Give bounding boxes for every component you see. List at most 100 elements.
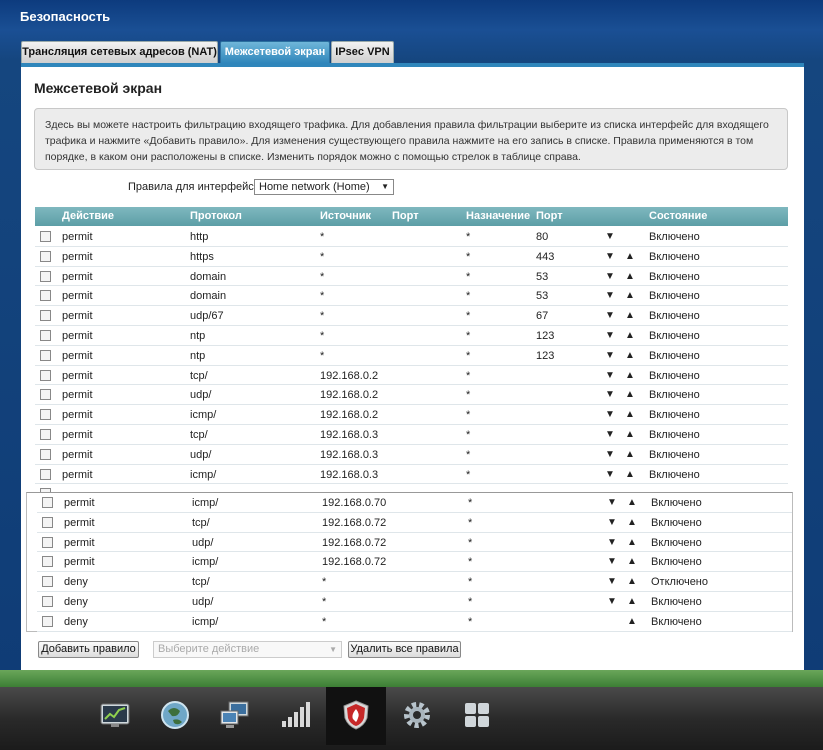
row-checkbox[interactable] [40, 349, 51, 361]
row-checkbox[interactable] [40, 290, 51, 302]
nav-system[interactable] [387, 687, 447, 745]
table-row[interactable]: permit icmp/192.168.0.70 * Включено ▼ ▲ [37, 493, 792, 513]
move-down-icon[interactable]: ▼ [605, 330, 615, 341]
move-down-icon[interactable]: ▼ [605, 469, 615, 480]
move-down-icon[interactable]: ▼ [605, 290, 615, 301]
table-row[interactable]: permit udp/192.168.0.2 * Включено ▼ ▲ [35, 385, 788, 406]
move-down-icon[interactable]: ▼ [605, 389, 615, 400]
row-checkbox[interactable] [42, 615, 53, 627]
table-row[interactable]: permit icmp/192.168.0.72 * Включено ▼ ▲ [37, 552, 792, 573]
tab-nat[interactable]: Трансляция сетевых адресов (NAT) [21, 41, 218, 63]
row-checkbox[interactable] [40, 369, 51, 381]
row-checkbox[interactable] [40, 409, 51, 421]
move-down-icon[interactable]: ▼ [605, 310, 615, 321]
table-row[interactable]: permit icmp/192.168.0.3 * Включено ▼ ▲ [35, 465, 788, 485]
nav-monitor[interactable] [85, 687, 145, 745]
move-up-icon[interactable]: ▲ [625, 330, 635, 341]
table-row[interactable]: permit udp/192.168.0.72 * Включено ▼ ▲ [37, 533, 792, 553]
move-up-icon[interactable]: ▲ [627, 616, 637, 627]
move-up-icon[interactable]: ▲ [625, 370, 635, 381]
table-row[interactable]: deny tcp/ * * Отключено ▼ ▲ [37, 572, 792, 592]
move-up-icon[interactable]: ▲ [625, 350, 635, 361]
move-up-icon[interactable]: ▲ [625, 449, 635, 460]
move-down-icon[interactable]: ▼ [607, 556, 617, 567]
nav-wifi[interactable] [265, 687, 325, 745]
table-row[interactable]: permit tcp/192.168.0.2 * Включено ▼ ▲ [35, 366, 788, 386]
move-down-icon[interactable]: ▼ [605, 429, 615, 440]
move-up-icon[interactable]: ▲ [627, 517, 637, 528]
nav-home-network[interactable] [205, 687, 265, 745]
row-source: * [322, 596, 327, 608]
move-up-icon[interactable]: ▲ [625, 271, 635, 282]
move-down-icon[interactable]: ▼ [605, 350, 615, 361]
move-down-icon[interactable]: ▼ [605, 231, 615, 242]
move-up-icon[interactable]: ▲ [627, 576, 637, 587]
table-row[interactable]: deny icmp/ * * Включено ▲ [37, 612, 792, 632]
table-row[interactable]: permit ntp * * 123 Включено ▼ ▲ [35, 346, 788, 366]
table-row[interactable]: deny udp/ * * Включено ▼ ▲ [37, 592, 792, 612]
move-down-icon[interactable]: ▼ [607, 497, 617, 508]
row-checkbox[interactable] [40, 468, 51, 480]
table-row[interactable]: permit https * * 443 Включено ▼ ▲ [35, 247, 788, 267]
row-destination-port: 67 [536, 310, 549, 323]
table-row[interactable]: permit domain * * 53 Включено ▼ ▲ [35, 267, 788, 287]
table-row[interactable]: permit ntp * * 123 Включено ▼ ▲ [35, 326, 788, 346]
row-checkbox[interactable] [40, 330, 51, 341]
row-destination: * [468, 536, 473, 549]
signal-bars-icon [282, 702, 310, 727]
nav-applications[interactable] [447, 687, 507, 745]
move-down-icon[interactable]: ▼ [605, 370, 615, 381]
row-checkbox[interactable] [40, 448, 51, 460]
move-up-icon[interactable]: ▲ [625, 310, 635, 321]
move-up-icon[interactable]: ▲ [627, 497, 637, 508]
row-destination-port: 53 [536, 270, 549, 283]
move-down-icon[interactable]: ▼ [607, 517, 617, 528]
move-up-icon[interactable]: ▲ [625, 409, 635, 420]
table-row[interactable]: permit udp/192.168.0.3 * Включено ▼ ▲ [35, 445, 788, 465]
table-row[interactable]: permit tcp/192.168.0.3 * Включено ▼ ▲ [35, 425, 788, 445]
nav-security[interactable] [326, 687, 386, 745]
row-checkbox[interactable] [42, 596, 53, 607]
row-checkbox[interactable] [40, 270, 51, 282]
move-up-icon[interactable]: ▲ [625, 251, 635, 262]
row-checkbox[interactable] [42, 576, 53, 588]
move-up-icon[interactable]: ▲ [627, 556, 637, 567]
row-checkbox[interactable] [40, 389, 51, 401]
move-up-icon[interactable]: ▲ [625, 429, 635, 440]
row-destination-port: 80 [536, 231, 549, 243]
table-row[interactable]: permit tcp/192.168.0.72 * Включено ▼ ▲ [37, 513, 792, 533]
delete-all-rules-button[interactable]: Удалить все правила [348, 641, 461, 658]
row-checkbox[interactable] [40, 310, 51, 322]
nav-internet[interactable] [145, 687, 205, 745]
action-select[interactable]: Выберите действие ▼ [153, 641, 342, 658]
row-checkbox[interactable] [40, 429, 51, 440]
move-up-icon[interactable]: ▲ [627, 596, 637, 607]
move-down-icon[interactable]: ▼ [605, 409, 615, 420]
move-up-icon[interactable]: ▲ [625, 469, 635, 480]
move-down-icon[interactable]: ▼ [607, 596, 617, 607]
table-row[interactable]: permit udp/67 * * 67 Включено ▼ ▲ [35, 306, 788, 326]
tab-ipsec-vpn[interactable]: IPsec VPN [331, 41, 394, 63]
add-rule-button[interactable]: Добавить правило [38, 641, 139, 658]
tab-firewall[interactable]: Межсетевой экран [220, 41, 330, 63]
row-checkbox[interactable] [42, 516, 53, 528]
move-up-icon[interactable]: ▲ [625, 389, 635, 400]
move-up-icon[interactable]: ▲ [625, 290, 635, 301]
row-checkbox[interactable] [42, 556, 53, 568]
row-checkbox[interactable] [40, 231, 51, 242]
move-down-icon[interactable]: ▼ [605, 271, 615, 282]
move-down-icon[interactable]: ▼ [605, 449, 615, 460]
move-down-icon[interactable]: ▼ [607, 537, 617, 548]
move-up-icon[interactable]: ▲ [627, 537, 637, 548]
row-action: permit [64, 497, 95, 509]
table-row[interactable]: permit icmp/192.168.0.2 * Включено ▼ ▲ [35, 405, 788, 425]
table-row[interactable]: permit domain * * 53 Включено ▼ ▲ [35, 286, 788, 307]
move-down-icon[interactable]: ▼ [605, 251, 615, 262]
row-checkbox[interactable] [42, 497, 53, 508]
move-down-icon[interactable]: ▼ [607, 576, 617, 587]
row-checkbox[interactable] [42, 536, 53, 548]
row-destination: * [466, 310, 471, 323]
row-action: permit [62, 369, 93, 382]
table-row[interactable]: permit http * * 80 Включено ▼ [35, 227, 788, 247]
row-checkbox[interactable] [40, 250, 51, 262]
